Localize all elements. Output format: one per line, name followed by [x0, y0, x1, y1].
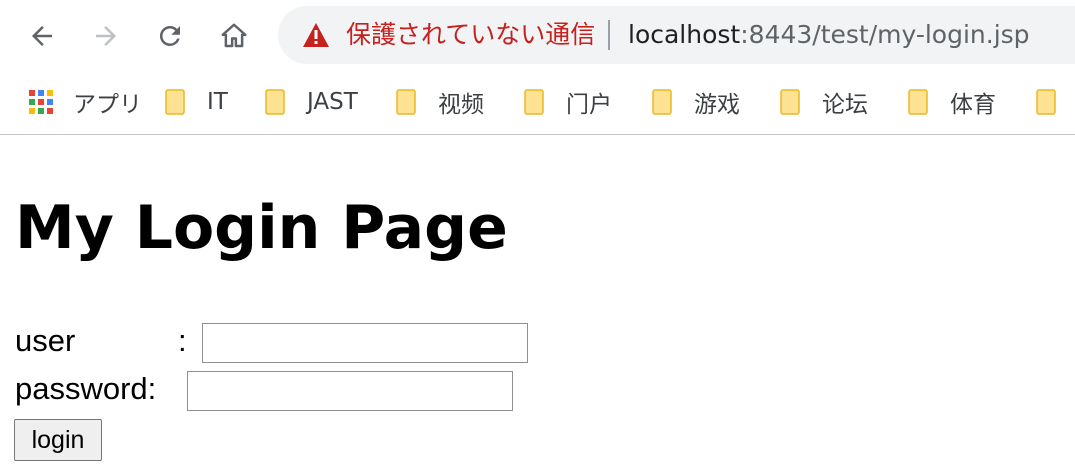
browser-toolbar: 保護されていない通信 localhost:8443/test/my-login.… [0, 0, 1075, 72]
omnibox-divider [608, 20, 610, 50]
password-input[interactable] [187, 371, 513, 411]
folder-icon [1036, 89, 1056, 115]
bookmark-overflow[interactable] [1036, 86, 1075, 118]
bookmark-label: 门户 [566, 92, 612, 118]
forward-button[interactable] [84, 14, 128, 58]
folder-icon [908, 89, 928, 115]
folder-icon [165, 89, 185, 115]
bookmark-label: JAST [307, 89, 358, 115]
apps-grid-icon [29, 90, 53, 114]
user-input[interactable] [202, 323, 528, 363]
bookmark-sports[interactable]: 体育 [908, 86, 996, 118]
login-button[interactable]: login [14, 419, 102, 461]
arrow-left-icon [32, 26, 52, 46]
reload-button[interactable] [148, 14, 192, 58]
page-title: My Login Page [15, 193, 508, 263]
url-host: localhost [628, 20, 741, 49]
bookmark-label: 体育 [950, 92, 996, 118]
bookmark-label: アプリ [73, 92, 142, 118]
reload-icon [159, 25, 180, 46]
home-button[interactable] [212, 14, 256, 58]
arrow-right-icon [96, 26, 116, 46]
folder-icon [265, 89, 285, 115]
bookmark-label: 论坛 [822, 92, 868, 118]
folder-icon [780, 89, 800, 115]
bookmark-games[interactable]: 游戏 [652, 86, 740, 118]
bookmark-label: IT [207, 89, 228, 115]
bookmark-video[interactable]: 视频 [396, 86, 484, 118]
bookmark-label: 游戏 [694, 92, 740, 118]
page-content: My Login Page user : password: login [0, 135, 1075, 475]
user-label: user [15, 323, 76, 358]
bookmark-label: 视频 [438, 92, 484, 118]
home-icon [221, 23, 247, 48]
warning-triangle-icon [303, 23, 329, 47]
bookmark-it[interactable]: IT [165, 86, 228, 118]
bookmarks-bar: アプリ IT JAST 视频 门户 游戏 论坛 体育 [0, 72, 1075, 135]
folder-icon [396, 89, 416, 115]
bookmark-portal[interactable]: 门户 [524, 86, 612, 118]
bookmark-forum[interactable]: 论坛 [780, 86, 868, 118]
password-label: password: [15, 371, 157, 406]
user-colon: : [178, 323, 187, 358]
url-text[interactable]: localhost:8443/test/my-login.jsp [628, 19, 1030, 51]
url-path: :8443/test/my-login.jsp [740, 20, 1030, 49]
bookmark-jast[interactable]: JAST [265, 86, 358, 118]
bookmark-apps[interactable]: アプリ [29, 86, 142, 118]
address-bar[interactable]: 保護されていない通信 localhost:8443/test/my-login.… [278, 6, 1075, 64]
folder-icon [524, 89, 544, 115]
folder-icon [652, 89, 672, 115]
security-warning-label[interactable]: 保護されていない通信 [346, 19, 595, 51]
back-button[interactable] [20, 14, 64, 58]
